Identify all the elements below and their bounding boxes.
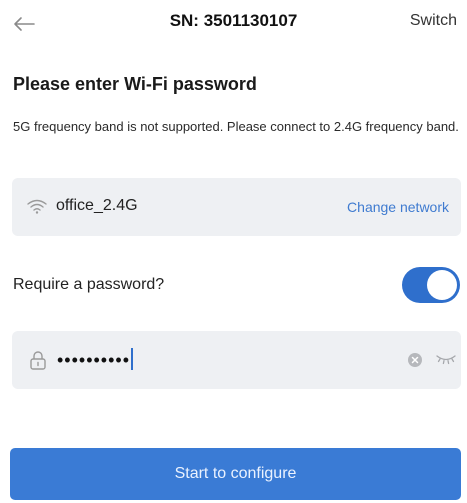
require-password-label: Require a password? [13,276,165,293]
password-value: •••••••••• [57,348,134,371]
change-network-link[interactable]: Change network [347,199,449,215]
password-input[interactable]: •••••••••• [12,331,461,389]
start-configure-button[interactable]: Start to configure [10,448,461,500]
page-title: SN: 3501130107 [169,11,298,30]
clear-icon[interactable] [408,353,422,367]
frequency-notice: 5G frequency band is not supported. Plea… [13,119,459,134]
switch-button[interactable]: Switch [410,12,457,30]
network-ssid: office_2.4G [56,197,138,214]
lock-icon [30,351,46,370]
wifi-password-screen: SN: 3501130107 Switch Please enter Wi-Fi… [0,0,467,503]
text-caret [131,348,134,370]
top-bar: SN: 3501130107 Switch [0,0,467,48]
toggle-knob [427,270,457,300]
require-password-toggle[interactable] [402,267,460,303]
section-heading: Please enter Wi-Fi password [13,74,257,94]
eye-closed-icon[interactable] [436,353,456,365]
password-dots: •••••••••• [57,350,131,370]
current-network-row: office_2.4G Change network [12,178,461,236]
wifi-icon [27,199,47,214]
